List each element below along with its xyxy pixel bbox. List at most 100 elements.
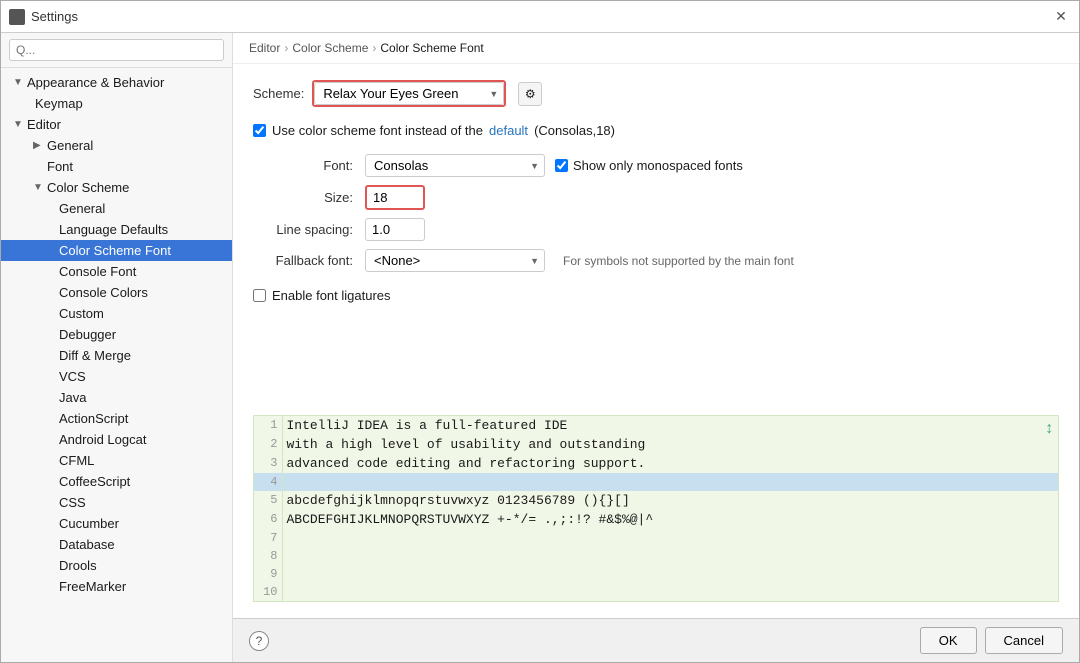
sidebar-item-general[interactable]: ▶ General [1, 135, 232, 156]
sidebar-item-label: General [47, 138, 93, 153]
bottom-bar: ? OK Cancel [233, 618, 1079, 662]
fallback-font-select[interactable]: <None> [365, 249, 545, 272]
ligatures-row: Enable font ligatures [253, 288, 1059, 303]
scheme-label: Scheme: [253, 86, 304, 101]
sidebar-item-label: Editor [27, 117, 61, 132]
line-code [282, 547, 1058, 565]
sidebar-item-color-scheme[interactable]: ▼ Color Scheme [1, 177, 232, 198]
line-number: 3 [254, 454, 282, 473]
breadcrumb-color-scheme: Color Scheme [292, 41, 368, 55]
settings-window: Settings ✕ ▼ Appearance & Behavior Keyma… [0, 0, 1080, 663]
sidebar-item-vcs[interactable]: VCS [1, 366, 232, 387]
preview-line: 4 [254, 473, 1058, 491]
sidebar-item-label: FreeMarker [59, 579, 126, 594]
sidebar-item-editor[interactable]: ▼ Editor [1, 114, 232, 135]
sidebar-item-color-scheme-font[interactable]: Color Scheme Font [1, 240, 232, 261]
sidebar-item-label: ActionScript [59, 411, 128, 426]
line-spacing-input[interactable] [365, 218, 425, 241]
search-box [1, 33, 232, 68]
sidebar-item-database[interactable]: Database [1, 534, 232, 555]
line-number: 4 [254, 473, 282, 491]
ok-button[interactable]: OK [920, 627, 977, 654]
help-button[interactable]: ? [249, 631, 269, 651]
sidebar-item-label: Debugger [59, 327, 116, 342]
size-input[interactable] [365, 185, 425, 210]
sidebar-item-label: Console Font [59, 264, 136, 279]
sidebar-item-label: CoffeeScript [59, 474, 130, 489]
window-title: Settings [31, 9, 78, 24]
chevron-down-icon: ▼ [33, 182, 43, 193]
sidebar-item-drools[interactable]: Drools [1, 555, 232, 576]
title-bar-left: Settings [9, 9, 78, 25]
scheme-select[interactable]: Relax Your Eyes Green Default Darcula [314, 82, 504, 105]
font-control: Consolas Arial Courier New Show only mon… [365, 154, 853, 177]
use-color-scheme-row: Use color scheme font instead of the def… [253, 123, 1059, 138]
sidebar-item-console-colors[interactable]: Console Colors [1, 282, 232, 303]
sidebar-item-diff-merge[interactable]: Diff & Merge [1, 345, 232, 366]
breadcrumb-current: Color Scheme Font [380, 41, 483, 55]
preview-area: ↕ 1IntelliJ IDEA is a full-featured IDE2… [253, 415, 1059, 602]
sidebar-item-cfml[interactable]: CFML [1, 450, 232, 471]
sidebar-item-cucumber[interactable]: Cucumber [1, 513, 232, 534]
sidebar-item-label: Android Logcat [59, 432, 146, 447]
sidebar-item-actionscript[interactable]: ActionScript [1, 408, 232, 429]
sidebar-item-console-font[interactable]: Console Font [1, 261, 232, 282]
scheme-gear-button[interactable]: ⚙ [518, 82, 542, 106]
line-code [282, 529, 1058, 547]
sidebar-item-keymap[interactable]: Keymap [1, 93, 232, 114]
breadcrumb-editor: Editor [249, 41, 280, 55]
sidebar-item-label: Cucumber [59, 516, 119, 531]
sidebar-item-font[interactable]: Font [1, 156, 232, 177]
line-code [282, 565, 1058, 583]
sidebar-item-language-defaults[interactable]: Language Defaults [1, 219, 232, 240]
preview-line: 7 [254, 529, 1058, 547]
sidebar-item-freemarker[interactable]: FreeMarker [1, 576, 232, 597]
scheme-row: Scheme: Relax Your Eyes Green Default Da… [253, 80, 1059, 107]
scheme-select-container: Relax Your Eyes Green Default Darcula [314, 82, 504, 105]
preview-line: 10 [254, 583, 1058, 601]
line-code: abcdefghijklmnopqrstuvwxyz 0123456789 ()… [282, 491, 1058, 510]
fallback-select-container: <None> [365, 249, 545, 272]
line-number: 10 [254, 583, 282, 601]
font-select[interactable]: Consolas Arial Courier New [365, 154, 545, 177]
preview-line: 5abcdefghijklmnopqrstuvwxyz 0123456789 (… [254, 491, 1058, 510]
sidebar-item-coffeescript[interactable]: CoffeeScript [1, 471, 232, 492]
chevron-right-icon: ▶ [33, 140, 43, 151]
use-color-scheme-checkbox[interactable] [253, 124, 266, 137]
sidebar-item-android-logcat[interactable]: Android Logcat [1, 429, 232, 450]
line-number: 2 [254, 435, 282, 454]
line-number: 5 [254, 491, 282, 510]
ligatures-label: Enable font ligatures [272, 288, 391, 303]
default-link[interactable]: default [489, 123, 528, 138]
sidebar-item-label: Drools [59, 558, 97, 573]
sidebar-item-label: Language Defaults [59, 222, 168, 237]
scroll-indicator: ↕ [1044, 420, 1054, 438]
monospaced-checkbox[interactable] [555, 159, 568, 172]
settings-icon [9, 9, 25, 25]
sidebar-item-cs-general[interactable]: General [1, 198, 232, 219]
sidebar-item-label: VCS [59, 369, 86, 384]
sidebar-item-java[interactable]: Java [1, 387, 232, 408]
sidebar-item-label: Diff & Merge [59, 348, 131, 363]
search-input[interactable] [9, 39, 224, 61]
sidebar-item-appearance[interactable]: ▼ Appearance & Behavior [1, 72, 232, 93]
preview-line: 6ABCDEFGHIJKLMNOPQRSTUVWXYZ +-*/= .,;:!?… [254, 510, 1058, 529]
main-panel: Editor › Color Scheme › Color Scheme Fon… [233, 33, 1079, 662]
main-content: ▼ Appearance & Behavior Keymap ▼ Editor … [1, 33, 1079, 662]
sidebar-item-debugger[interactable]: Debugger [1, 324, 232, 345]
chevron-down-icon: ▼ [13, 77, 23, 88]
sidebar-item-label: Font [47, 159, 73, 174]
sidebar-item-css[interactable]: CSS [1, 492, 232, 513]
sidebar-item-label: Color Scheme Font [59, 243, 171, 258]
ligatures-checkbox[interactable] [253, 289, 266, 302]
preview-table: 1IntelliJ IDEA is a full-featured IDE2wi… [254, 416, 1058, 601]
sidebar-item-label: Database [59, 537, 115, 552]
cancel-button[interactable]: Cancel [985, 627, 1063, 654]
sidebar-item-custom[interactable]: Custom [1, 303, 232, 324]
sidebar-item-label: Color Scheme [47, 180, 129, 195]
preview-line: 9 [254, 565, 1058, 583]
close-button[interactable]: ✕ [1051, 7, 1071, 27]
breadcrumb-sep-1: › [284, 41, 288, 55]
sidebar-item-label: Java [59, 390, 86, 405]
fallback-hint: For symbols not supported by the main fo… [563, 254, 794, 268]
